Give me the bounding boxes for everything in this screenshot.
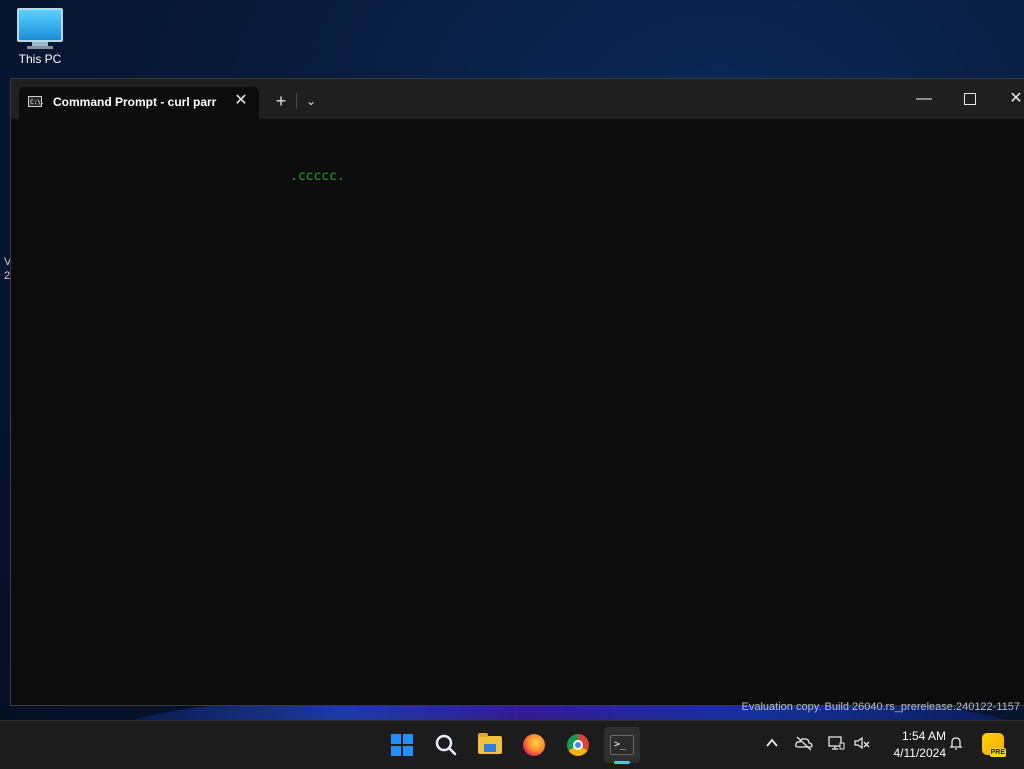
start-icon <box>391 734 413 756</box>
desktop-icon-this-pc[interactable]: This PC <box>12 8 68 66</box>
show-hidden-icons-chevron-icon[interactable] <box>762 735 782 755</box>
network-icon[interactable] <box>826 735 846 755</box>
terminal-output[interactable]: .ccccc. <box>11 119 1024 705</box>
close-window-button[interactable]: ✕ <box>996 87 1024 111</box>
monitor-icon <box>17 8 63 42</box>
command-prompt-icon: C:\. <box>28 96 44 107</box>
search-button[interactable] <box>428 727 464 763</box>
title-bar[interactable]: C:\. Command Prompt - curl parr ✕ + ⌄ — … <box>11 79 1024 119</box>
file-explorer-button[interactable] <box>472 727 508 763</box>
notifications-bell-icon[interactable] <box>946 735 966 755</box>
clock[interactable]: 1:54 AM 4/11/2024 <box>880 728 947 762</box>
new-tab-button[interactable]: + <box>271 91 291 111</box>
evaluation-watermark: Evaluation copy. Build 26040.rs_prerelea… <box>741 701 1020 713</box>
tab-title: Command Prompt - curl parr <box>53 95 217 109</box>
terminal-line: .ccccc. <box>290 169 345 184</box>
terminal-icon: >_ <box>610 735 634 755</box>
chrome-icon <box>567 734 589 756</box>
copilot-preview-icon[interactable]: PRE <box>982 733 1006 757</box>
clock-time: 1:54 AM <box>901 729 946 743</box>
firefox-button[interactable] <box>516 727 552 763</box>
volume-muted-icon[interactable] <box>852 735 872 755</box>
onedrive-offline-icon[interactable] <box>794 735 814 755</box>
tab-separator <box>296 93 297 109</box>
clock-date: 4/11/2024 <box>893 746 947 760</box>
search-icon <box>435 734 457 756</box>
chrome-button[interactable] <box>560 727 596 763</box>
minimize-button[interactable]: — <box>904 87 944 111</box>
desktop-icon-label: This PC <box>18 52 62 66</box>
taskbar: >_ 1:54 AM 4/11/2024 PRE <box>0 720 1024 769</box>
tab-command-prompt[interactable]: C:\. Command Prompt - curl parr ✕ <box>19 87 259 119</box>
file-explorer-icon <box>478 733 502 754</box>
maximize-button[interactable] <box>950 87 990 111</box>
firefox-icon <box>523 734 545 756</box>
desktop: This PC V 2 C:\. Command Prompt - curl p… <box>0 0 1024 720</box>
terminal-window[interactable]: C:\. Command Prompt - curl parr ✕ + ⌄ — … <box>10 78 1024 706</box>
pre-badge-label: PRE <box>989 748 1006 757</box>
terminal-button[interactable]: >_ <box>604 727 640 763</box>
active-indicator <box>614 761 630 764</box>
close-tab-icon[interactable]: ✕ <box>231 91 251 111</box>
tab-dropdown-button[interactable]: ⌄ <box>301 91 321 111</box>
maximize-icon <box>964 92 976 105</box>
start-button[interactable] <box>384 727 420 763</box>
